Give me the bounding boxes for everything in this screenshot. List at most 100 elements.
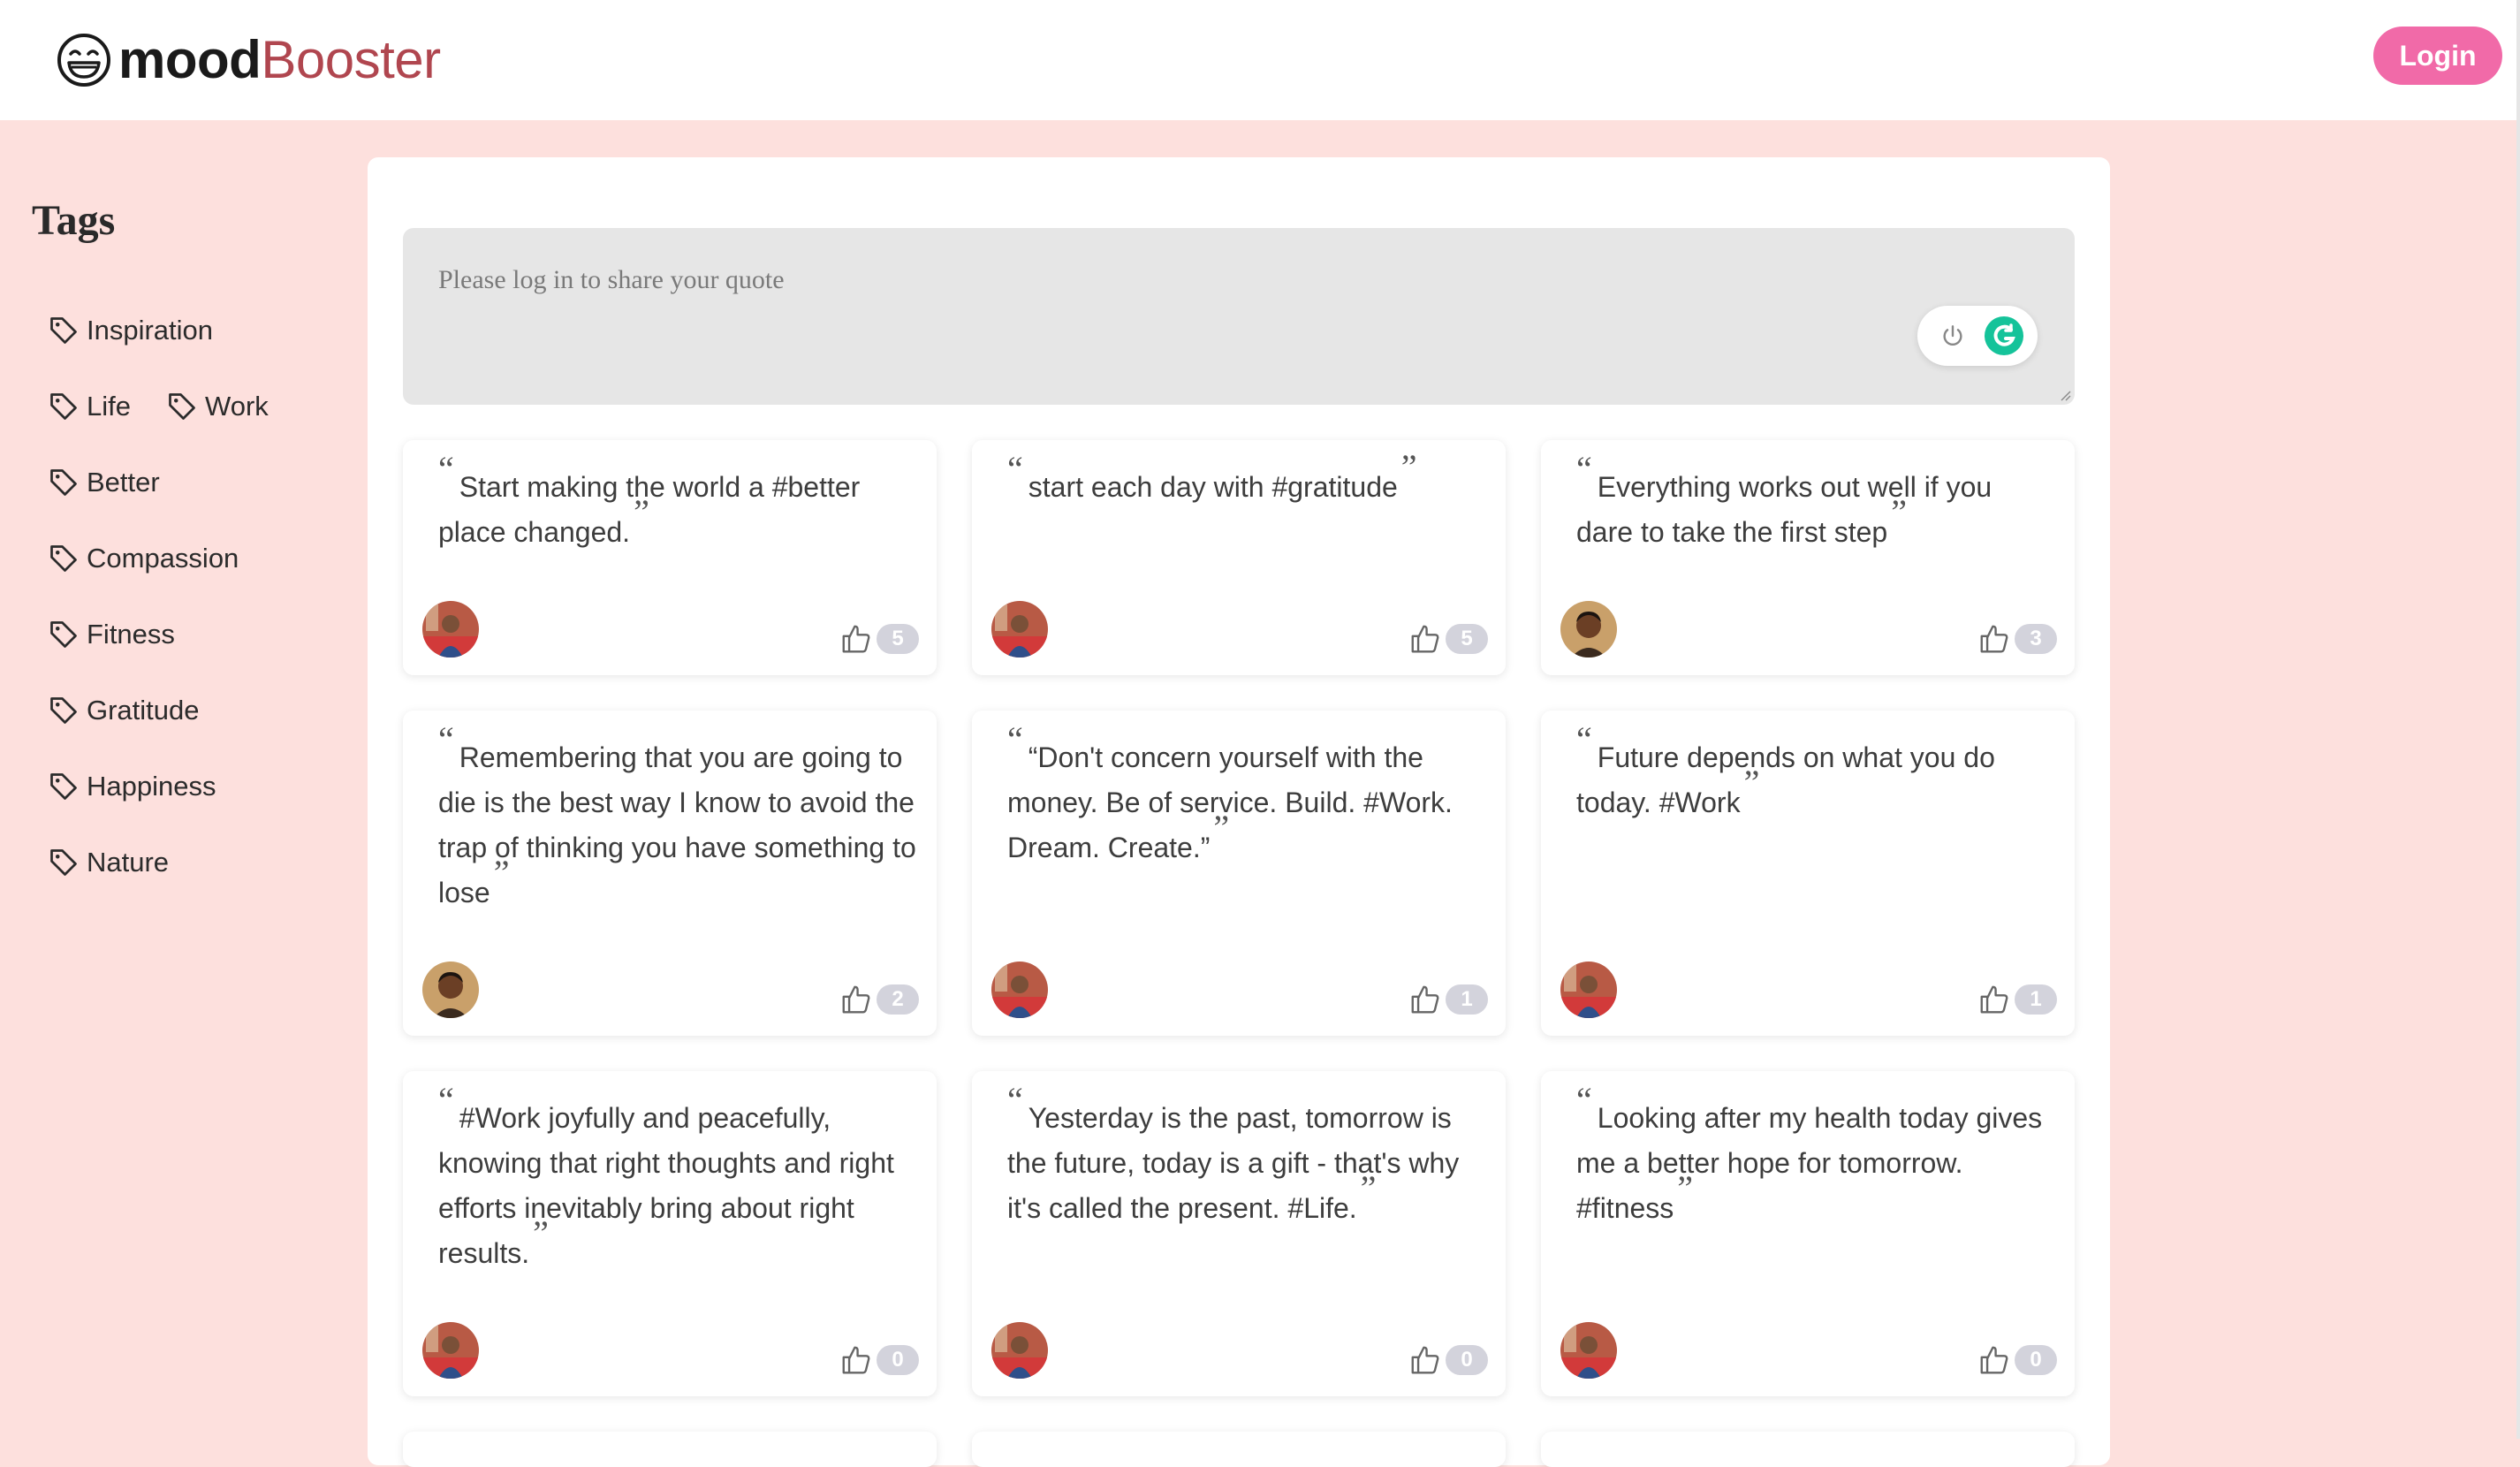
user-avatar-icon [1560,601,1617,657]
logo[interactable]: moodBooster [55,19,441,101]
quote-card[interactable]: ““Don't concern yourself with the money.… [972,711,1506,1036]
like-count-badge: 5 [877,624,919,654]
thumbs-up-icon[interactable] [1408,1343,1442,1377]
quote-text: “Start making the world a #better place … [438,452,917,555]
like-count-badge: 2 [877,984,919,1015]
like-control[interactable]: 0 [1408,1343,1488,1377]
like-control[interactable]: 5 [1408,622,1488,656]
user-avatar-icon [991,962,1048,1018]
quote-card[interactable]: “start each day with #gratitude” 5 [972,440,1506,675]
avatar[interactable] [422,601,479,657]
quote-card[interactable]: “Everything works out well if you dare t… [1541,440,2075,675]
tag-label: Happiness [87,771,216,802]
power-icon[interactable] [1939,322,1967,350]
tag-work[interactable]: Work [166,389,269,424]
tag-label: Life [87,391,131,422]
close-quote-icon: ” [493,853,510,893]
thumbs-up-icon[interactable] [1977,622,2011,656]
quote-body: Everything works out well if you dare to… [1576,471,1992,548]
tag-compassion[interactable]: Compassion [48,541,239,576]
tag-icon [50,393,77,420]
resize-handle-icon[interactable] [2057,387,2071,401]
avatar[interactable] [422,1322,479,1379]
top-header: moodBooster Login [0,0,2520,120]
like-control[interactable]: 2 [839,983,919,1016]
thumbs-up-icon[interactable] [1977,983,2011,1016]
user-avatar-icon [422,962,479,1018]
grammarly-widget[interactable] [1917,306,2038,366]
quote-text: “start each day with #gratitude” [1007,450,1486,510]
like-control[interactable]: 1 [1977,983,2057,1016]
quote-card[interactable]: “Yesterday is the past, tomorrow is the … [972,1071,1506,1396]
quote-card-partial[interactable] [1541,1432,2075,1467]
user-avatar-icon [422,1322,479,1379]
quote-card[interactable]: “Remembering that you are going to die i… [403,711,937,1036]
thumbs-up-icon[interactable] [1408,622,1442,656]
like-count-badge: 1 [2015,984,2057,1015]
like-control[interactable]: 3 [1977,622,2057,656]
avatar[interactable] [991,962,1048,1018]
close-quote-icon: ” [1677,1168,1694,1208]
login-button[interactable]: Login [2373,27,2502,85]
tag-inspiration[interactable]: Inspiration [48,313,213,348]
quote-text: “Everything works out well if you dare t… [1576,452,2055,555]
quote-body: Looking after my health today gives me a… [1576,1102,2043,1224]
quote-card-partial[interactable] [972,1432,1506,1467]
close-quote-icon: ” [1360,1168,1377,1208]
tag-fitness[interactable]: Fitness [48,617,175,652]
thumbs-up-icon[interactable] [839,622,873,656]
quote-body: “Don't concern yourself with the money. … [1007,741,1453,863]
tag-nature[interactable]: Nature [48,845,169,880]
close-quote-icon: ” [1400,447,1417,487]
avatar[interactable] [1560,962,1617,1018]
tag-better[interactable]: Better [48,465,160,500]
quote-card[interactable]: “Looking after my health today gives me … [1541,1071,2075,1396]
thumbs-up-icon[interactable] [839,1343,873,1377]
like-count-badge: 0 [2015,1345,2057,1375]
avatar[interactable] [422,962,479,1018]
quote-card[interactable]: “Future depends on what you do today. #W… [1541,711,2075,1036]
quote-card[interactable]: “#Work joyfully and peacefully, knowing … [403,1071,937,1396]
quote-composer[interactable] [403,228,2075,405]
quote-card-partial[interactable] [403,1432,937,1467]
avatar[interactable] [991,601,1048,657]
like-control[interactable]: 5 [839,622,919,656]
thumbs-up-icon[interactable] [1977,1343,2011,1377]
thumbs-up-icon[interactable] [1408,983,1442,1016]
tags-heading: Tags [32,197,116,244]
quote-card[interactable]: “Start making the world a #better place … [403,440,937,675]
avatar[interactable] [1560,1322,1617,1379]
tag-life[interactable]: Life [48,389,131,424]
tag-label: Work [205,391,269,422]
quote-body: Future depends on what you do today. #Wo… [1576,741,1995,818]
open-quote-icon: “ [1007,449,1023,489]
tag-icon [50,621,77,648]
user-avatar-icon [1560,1322,1617,1379]
open-quote-icon: “ [438,449,454,489]
open-quote-icon: “ [1576,1080,1592,1120]
quote-input[interactable] [403,228,2075,405]
tag-label: Inspiration [87,315,214,346]
close-quote-icon: ” [533,1213,549,1253]
tag-happiness[interactable]: Happiness [48,769,216,804]
grammarly-g-icon[interactable] [1985,316,2023,355]
tag-icon [50,849,77,876]
logo-text-booster: Booster [261,30,441,89]
quote-text: “Remembering that you are going to die i… [438,722,917,916]
quote-text: “Looking after my health today gives me … [1576,1083,2055,1231]
thumbs-up-icon[interactable] [839,983,873,1016]
logo-text: moodBooster [118,34,441,87]
open-quote-icon: “ [438,1080,454,1120]
quote-text: “Future depends on what you do today. #W… [1576,722,2055,825]
tag-icon [169,393,195,420]
avatar[interactable] [991,1322,1048,1379]
smiley-logo-icon [57,34,110,87]
like-control[interactable]: 0 [839,1343,919,1377]
user-avatar-icon [422,601,479,657]
user-avatar-icon [1560,962,1617,1018]
tag-gratitude[interactable]: Gratitude [48,693,200,728]
like-control[interactable]: 1 [1408,983,1488,1016]
like-control[interactable]: 0 [1977,1343,2057,1377]
close-quote-icon: ” [1891,492,1907,532]
avatar[interactable] [1560,601,1617,657]
